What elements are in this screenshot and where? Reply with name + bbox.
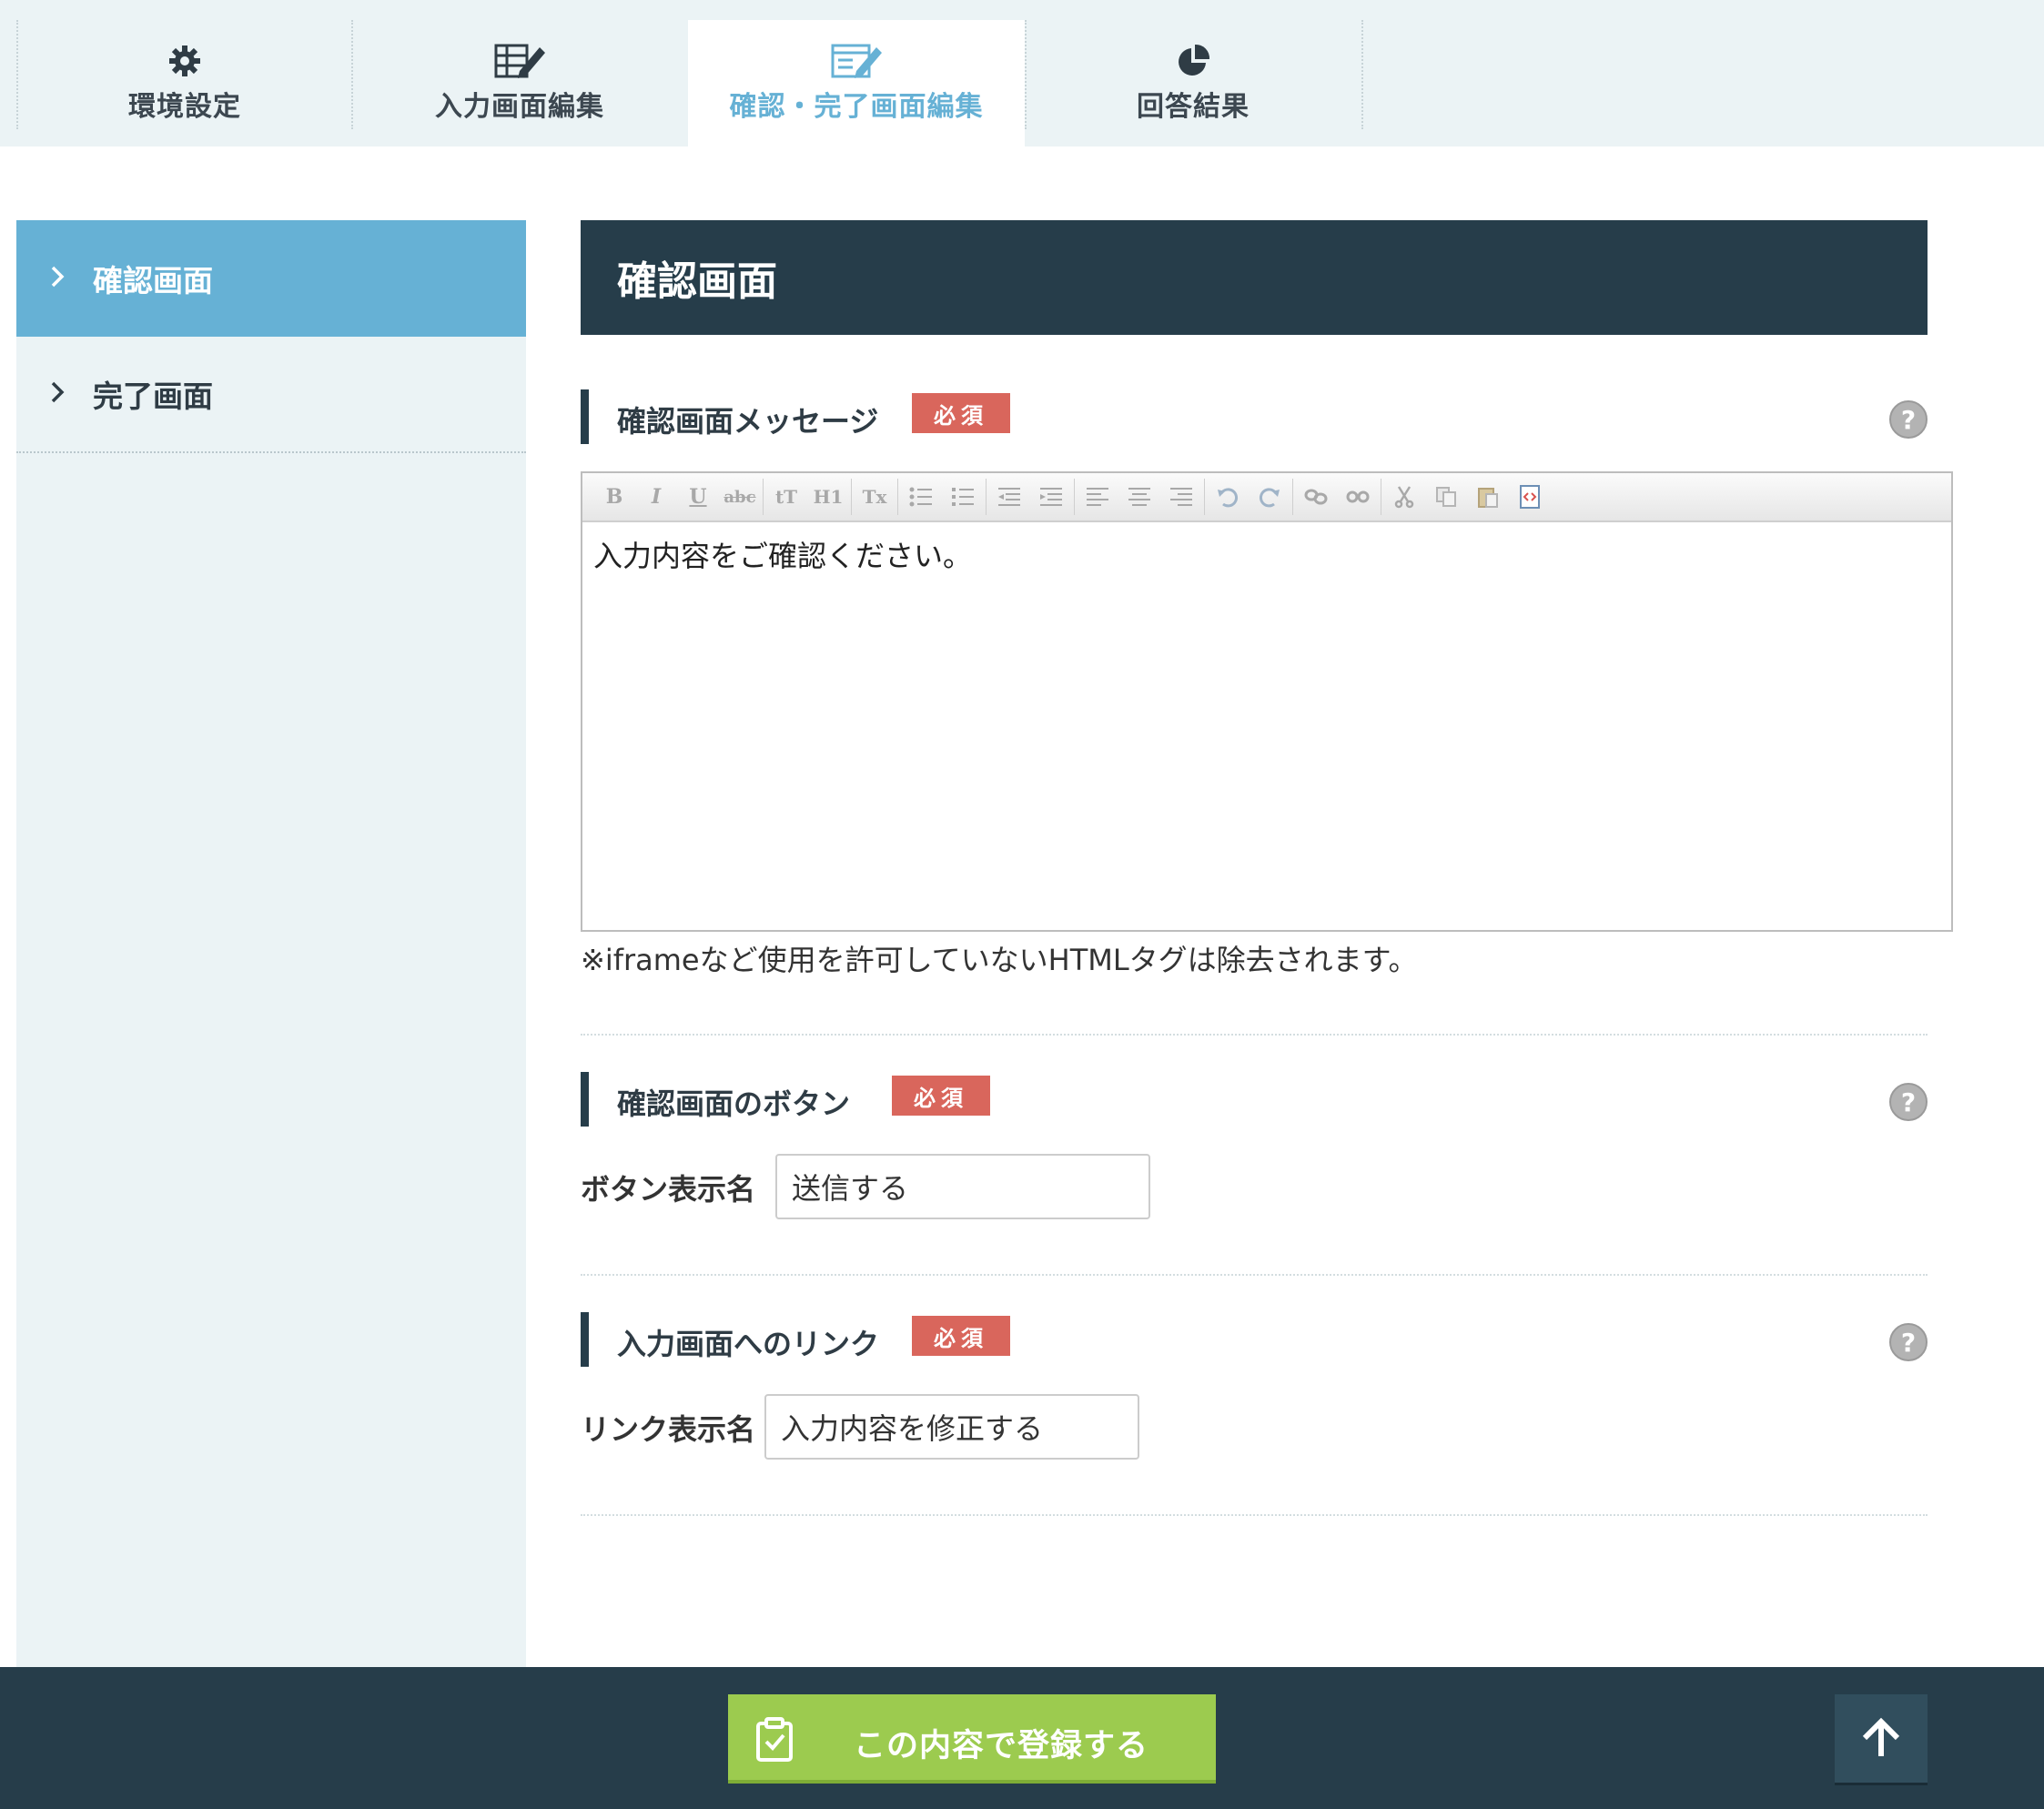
editor-toolbar: B I U abc tT H1 Tx — [582, 473, 1951, 522]
unlink-icon[interactable] — [1337, 479, 1379, 515]
font-size-button[interactable]: tT — [765, 479, 807, 515]
tab-label: 確認・完了画面編集 — [729, 91, 984, 123]
bold-button[interactable]: B — [593, 479, 635, 515]
numbered-list-icon[interactable] — [942, 479, 984, 515]
section-header-input-link: 入力画面へのリンク 必須 ? — [581, 1312, 1928, 1367]
underline-button[interactable]: U — [677, 479, 719, 515]
arrow-up-icon — [1859, 1714, 1903, 1764]
toolbar-divider — [986, 479, 987, 515]
remove-format-button[interactable]: Tx — [854, 479, 896, 515]
tab-confirm-complete-edit[interactable]: 確認・完了画面編集 — [688, 20, 1025, 147]
toolbar-divider — [1074, 479, 1075, 515]
cut-icon[interactable] — [1383, 479, 1425, 515]
page-title: 確認画面 — [581, 220, 1928, 335]
tab-divider — [1361, 20, 1363, 129]
table-edit-icon — [351, 38, 688, 84]
form-edit-icon — [688, 38, 1025, 84]
italic-button[interactable]: I — [635, 479, 677, 515]
toolbar-divider — [763, 479, 764, 515]
scroll-to-top-button[interactable] — [1835, 1694, 1928, 1785]
tab-label: 環境設定 — [128, 91, 241, 123]
editor-content[interactable]: 入力内容をご確認ください。 — [593, 533, 972, 575]
align-right-icon[interactable] — [1160, 479, 1202, 515]
section-marker — [581, 389, 589, 444]
sidebar-item-label: 完了画面 — [93, 379, 213, 414]
toolbar-divider — [851, 479, 852, 515]
help-icon[interactable]: ? — [1889, 400, 1928, 439]
indent-icon[interactable] — [1030, 479, 1072, 515]
pie-chart-icon — [1025, 38, 1361, 84]
section-title: 確認画面のボタン — [617, 1086, 851, 1121]
undo-icon[interactable] — [1207, 479, 1249, 515]
submit-register-button[interactable]: この内容で登録する — [728, 1694, 1216, 1784]
bullet-list-icon[interactable] — [900, 479, 942, 515]
strikethrough-button[interactable]: abc — [719, 479, 761, 515]
section-marker — [581, 1072, 589, 1127]
rich-text-editor[interactable]: B I U abc tT H1 Tx 入力内容をご確認ください。 — [581, 471, 1953, 932]
align-center-icon[interactable] — [1118, 479, 1160, 515]
heading-button[interactable]: H1 — [807, 479, 849, 515]
paste-icon[interactable] — [1467, 479, 1509, 515]
required-badge: 必須 — [912, 393, 1010, 433]
tab-input-screen-edit[interactable]: 入力画面編集 — [351, 20, 688, 147]
button-display-name-input[interactable]: 送信する — [775, 1154, 1150, 1219]
link-icon[interactable] — [1295, 479, 1337, 515]
help-icon[interactable]: ? — [1889, 1323, 1928, 1361]
top-tab-bar: 環境設定 入力画面編集 確認・完了画面編集 回答結果 — [0, 0, 2044, 147]
html-tag-note: ※iframeなど使用を許可していないHTMLタグは除去されます。 — [581, 943, 1418, 977]
redo-icon[interactable] — [1249, 479, 1290, 515]
chevron-right-icon — [49, 261, 73, 297]
section-title: 確認画面メッセージ — [617, 404, 879, 439]
chevron-right-icon — [49, 377, 73, 412]
required-badge: 必須 — [892, 1076, 990, 1116]
sidebar-item-confirm-screen[interactable]: 確認画面 — [16, 220, 526, 337]
align-left-icon[interactable] — [1077, 479, 1118, 515]
link-display-name-label: リンク表示名 — [581, 1412, 756, 1447]
footer-bar: この内容で登録する — [0, 1667, 2044, 1809]
outdent-icon[interactable] — [988, 479, 1030, 515]
help-icon[interactable]: ? — [1889, 1083, 1928, 1121]
source-code-icon[interactable] — [1509, 479, 1551, 515]
required-badge: 必須 — [912, 1316, 1010, 1356]
section-divider — [581, 1034, 1928, 1036]
tab-response-results[interactable]: 回答結果 — [1025, 20, 1361, 147]
submit-label: この内容で登録する — [854, 1728, 1149, 1764]
section-title: 入力画面へのリンク — [617, 1327, 880, 1361]
copy-icon[interactable] — [1425, 479, 1467, 515]
section-divider — [581, 1514, 1928, 1516]
section-header-confirm-button: 確認画面のボタン 必須 ? — [581, 1072, 1928, 1127]
section-header-confirm-message: 確認画面メッセージ 必須 ? — [581, 389, 1928, 444]
section-divider — [581, 1274, 1928, 1276]
toolbar-divider — [897, 479, 898, 515]
clipboard-check-icon — [754, 1716, 795, 1770]
tab-label: 入力画面編集 — [435, 91, 604, 123]
toolbar-divider — [1292, 479, 1293, 515]
tab-environment-settings[interactable]: 環境設定 — [16, 20, 353, 147]
tab-label: 回答結果 — [1137, 91, 1250, 123]
button-display-name-label: ボタン表示名 — [581, 1172, 756, 1207]
section-marker — [581, 1312, 589, 1367]
toolbar-divider — [1204, 479, 1205, 515]
link-display-name-input[interactable]: 入力内容を修正する — [764, 1394, 1139, 1460]
sidebar-item-complete-screen[interactable]: 完了画面 — [16, 337, 526, 453]
sidebar-item-label: 確認画面 — [93, 263, 213, 298]
sidebar: 確認画面 完了画面 — [16, 220, 526, 1667]
gear-icon — [16, 38, 353, 84]
